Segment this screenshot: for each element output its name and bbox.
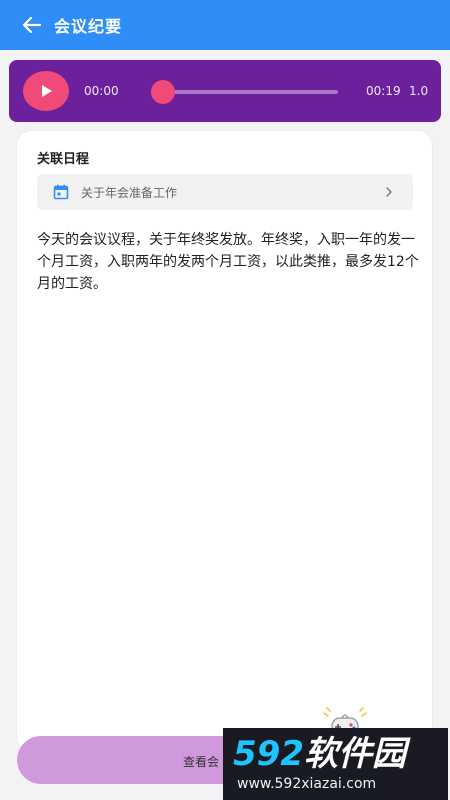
chevron-right-icon bbox=[386, 187, 392, 197]
progress-thumb[interactable] bbox=[151, 80, 175, 104]
watermark-brand-name: 软件园 bbox=[303, 734, 406, 774]
section-label-linked-schedule: 关联日程 bbox=[37, 152, 90, 167]
arrow-left-icon[interactable] bbox=[22, 15, 42, 35]
view-button-label: 查看会 bbox=[183, 755, 220, 769]
play-icon bbox=[42, 85, 52, 97]
watermark: 592软件园 www.592xiazai.com bbox=[223, 728, 448, 800]
total-time: 00:19 bbox=[366, 84, 401, 98]
progress-track[interactable] bbox=[157, 90, 338, 94]
watermark-brand: 592软件园 bbox=[233, 734, 406, 774]
current-time: 00:00 bbox=[84, 84, 119, 98]
meeting-notes-card: 关联日程 关于年会准备工作 今天的会议议程，关于年终奖发放。年终奖，入职一年的发… bbox=[17, 131, 432, 751]
meeting-notes-text: 今天的会议议程，关于年终奖发放。年终奖，入职一年的发一个月工资，入职两年的发两个… bbox=[37, 232, 419, 292]
calendar-icon bbox=[53, 184, 69, 200]
audio-player: 00:00 00:19 1.0 bbox=[9, 60, 441, 122]
linked-schedule-title: 关于年会准备工作 bbox=[81, 185, 178, 200]
linked-schedule-item[interactable]: 关于年会准备工作 bbox=[37, 174, 413, 210]
playback-speed[interactable]: 1.0 bbox=[409, 84, 428, 98]
page-title: 会议纪要 bbox=[54, 17, 123, 36]
watermark-url: www.592xiazai.com bbox=[237, 776, 377, 792]
watermark-brand-number: 592 bbox=[233, 734, 304, 774]
play-button[interactable] bbox=[23, 71, 69, 111]
app-bar: 会议纪要 bbox=[0, 0, 450, 50]
